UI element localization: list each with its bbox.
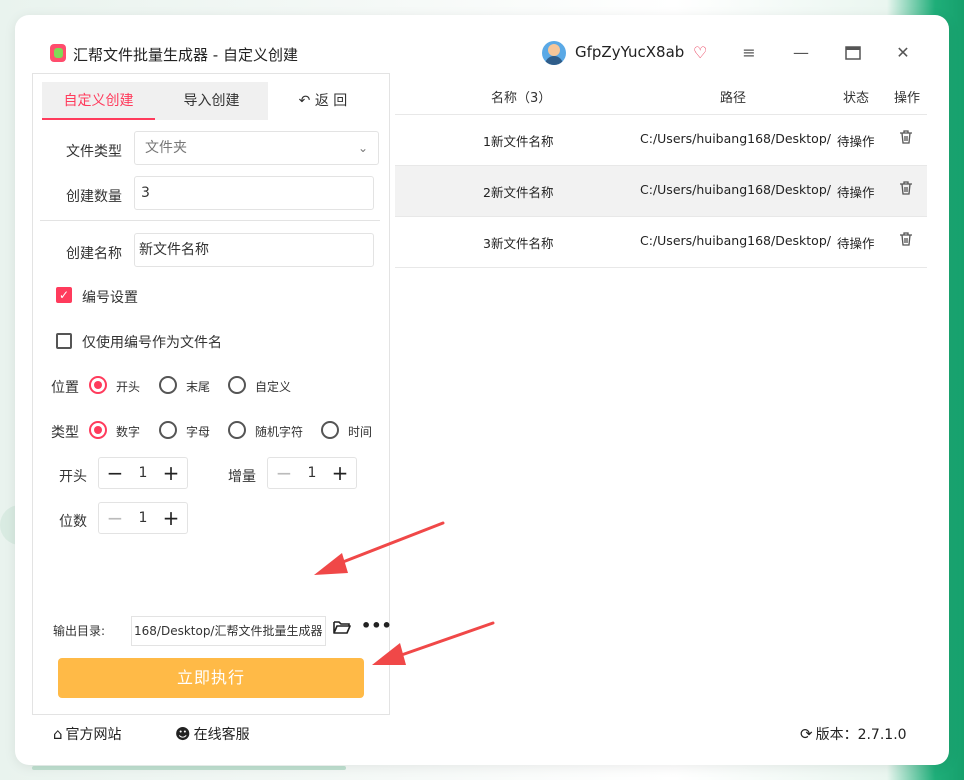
row-status: 待操作 xyxy=(837,236,875,251)
back-button[interactable]: ↶ 返 回 xyxy=(273,82,373,120)
footer: ⌂ 官方网站 ☻ 在线客服 ⟳ 版本：2.7.1.0 xyxy=(15,713,949,765)
file-type-value: 文件夹 xyxy=(145,140,187,156)
only-number-checkbox[interactable] xyxy=(56,333,72,349)
position-option-end: 末尾 xyxy=(186,380,211,394)
position-radio-end[interactable] xyxy=(159,376,177,394)
plus-icon[interactable]: + xyxy=(157,458,185,488)
title-bar: 汇帮文件批量生成器 - 自定义创建 GfpZyYucX8ab ♡ ≡ — ✕ xyxy=(15,15,949,75)
type-radio-letter[interactable] xyxy=(159,421,177,439)
column-header-path: 路径 xyxy=(720,91,747,106)
type-option-random: 随机字符 xyxy=(255,425,304,439)
trash-icon[interactable] xyxy=(900,181,912,195)
folder-open-icon[interactable] xyxy=(333,619,351,638)
increment-label: 增量 xyxy=(228,469,256,485)
row-path: C:/Users/huibang168/Desktop/ xyxy=(640,182,831,197)
execute-button[interactable]: 立即执行 xyxy=(58,658,364,698)
file-type-select[interactable]: 文件夹 ⌄ xyxy=(134,131,379,165)
custom-create-panel: 自定义创建 导入创建 ↶ 返 回 文件类型 文件夹 ⌄ 创建数量 3 创建名称 … xyxy=(32,73,392,715)
row-name: 2新文件名称 xyxy=(483,185,554,200)
position-radio-start[interactable] xyxy=(89,376,107,394)
row-name: 1新文件名称 xyxy=(483,134,554,149)
count-label: 创建数量 xyxy=(66,189,122,205)
plus-icon[interactable]: + xyxy=(157,503,185,533)
row-path: C:/Users/huibang168/Desktop/ xyxy=(640,131,831,146)
home-icon: ⌂ xyxy=(53,725,63,743)
background-bar xyxy=(32,766,346,770)
annotation-arrow-icon xyxy=(314,521,445,575)
vip-heart-icon[interactable]: ♡ xyxy=(693,43,707,62)
column-header-status: 状态 xyxy=(843,91,870,106)
close-icon[interactable]: ✕ xyxy=(891,41,915,65)
version-info[interactable]: ⟳ 版本：2.7.1.0 xyxy=(800,724,907,744)
output-dir-label: 输出目录: xyxy=(53,624,106,638)
divider xyxy=(40,220,380,221)
menu-icon[interactable]: ≡ xyxy=(737,41,761,65)
refresh-icon: ⟳ xyxy=(800,725,813,743)
app-logo-icon xyxy=(50,44,66,62)
position-label: 位置 xyxy=(51,380,79,396)
official-website-label: 官方网站 xyxy=(65,727,122,743)
only-number-label: 仅使用编号作为文件名 xyxy=(82,335,222,351)
minimize-icon[interactable]: — xyxy=(789,41,813,65)
start-label: 开头 xyxy=(59,469,87,485)
minus-icon[interactable]: − xyxy=(101,458,129,488)
increment-value: 1 xyxy=(307,465,317,481)
type-label: 类型 xyxy=(51,425,79,441)
start-value: 1 xyxy=(138,465,148,481)
file-type-label: 文件类型 xyxy=(66,144,122,160)
support-agent-icon: ☻ xyxy=(175,725,191,743)
maximize-icon[interactable] xyxy=(841,41,865,65)
increment-stepper[interactable]: − 1 + xyxy=(267,457,357,489)
user-avatar[interactable] xyxy=(542,41,566,65)
username[interactable]: GfpZyYucX8ab xyxy=(575,43,684,61)
position-option-custom: 自定义 xyxy=(255,380,292,394)
minus-icon[interactable]: − xyxy=(101,503,129,533)
type-option-number: 数字 xyxy=(116,425,141,439)
row-name: 3新文件名称 xyxy=(483,236,554,251)
digits-value: 1 xyxy=(138,510,148,526)
column-header-action: 操作 xyxy=(894,91,921,106)
window-title: 汇帮文件批量生成器 - 自定义创建 xyxy=(73,46,298,64)
start-stepper[interactable]: − 1 + xyxy=(98,457,188,489)
output-dir-input[interactable]: 168/Desktop/汇帮文件批量生成器 xyxy=(131,616,326,646)
type-option-time: 时间 xyxy=(348,425,373,439)
table-row[interactable]: 1新文件名称 C:/Users/huibang168/Desktop/ 待操作 xyxy=(395,115,927,165)
row-status: 待操作 xyxy=(837,185,875,200)
tab-custom-create[interactable]: 自定义创建 xyxy=(42,82,155,120)
annotation-arrow-icon xyxy=(372,621,495,665)
numbering-label: 编号设置 xyxy=(82,290,138,306)
position-radio-custom[interactable] xyxy=(228,376,246,394)
numbering-checkbox[interactable]: ✓ xyxy=(56,287,72,303)
position-option-start: 开头 xyxy=(116,380,141,394)
tab-import-create[interactable]: 导入创建 xyxy=(155,82,268,120)
column-header-name: 名称（3） xyxy=(491,91,552,106)
back-arrow-icon: ↶ xyxy=(298,93,311,109)
name-input[interactable]: 新文件名称 xyxy=(134,233,374,267)
type-radio-number[interactable] xyxy=(89,421,107,439)
row-status: 待操作 xyxy=(837,134,875,149)
back-label: 返 回 xyxy=(314,93,348,109)
digits-label: 位数 xyxy=(59,514,87,530)
official-website-link[interactable]: ⌂ 官方网站 xyxy=(53,724,122,744)
online-support-label: 在线客服 xyxy=(193,727,250,743)
trash-icon[interactable] xyxy=(900,232,912,246)
row-path: C:/Users/huibang168/Desktop/ xyxy=(640,233,831,248)
table-row[interactable]: 3新文件名称 C:/Users/huibang168/Desktop/ 待操作 xyxy=(395,217,927,267)
count-input[interactable]: 3 xyxy=(134,176,374,210)
plus-icon[interactable]: + xyxy=(326,458,354,488)
trash-icon[interactable] xyxy=(900,130,912,144)
chevron-down-icon: ⌄ xyxy=(357,141,368,155)
online-support-link[interactable]: ☻ 在线客服 xyxy=(175,724,250,744)
type-option-letter: 字母 xyxy=(186,425,211,439)
table-row[interactable]: 2新文件名称 C:/Users/huibang168/Desktop/ 待操作 xyxy=(395,166,927,216)
divider xyxy=(395,267,927,268)
minus-icon[interactable]: − xyxy=(270,458,298,488)
type-radio-random[interactable] xyxy=(228,421,246,439)
name-label: 创建名称 xyxy=(66,246,122,262)
type-radio-time[interactable] xyxy=(321,421,339,439)
digits-stepper[interactable]: − 1 + xyxy=(98,502,188,534)
version-label: 版本：2.7.1.0 xyxy=(815,727,907,743)
